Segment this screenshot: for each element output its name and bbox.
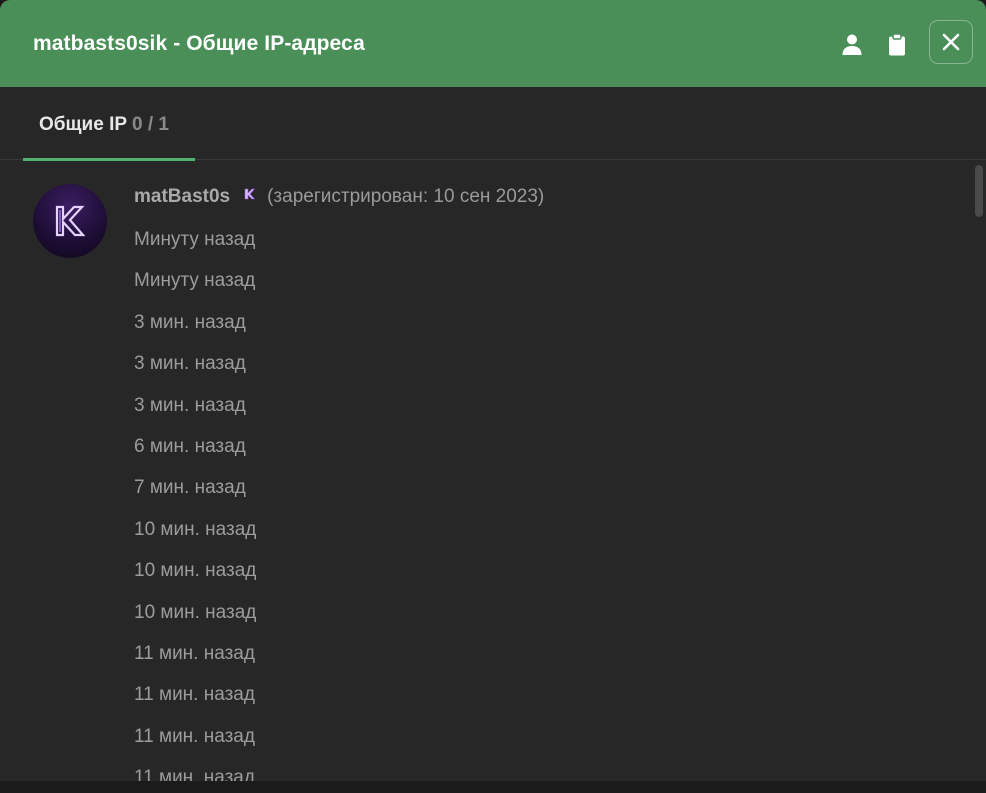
tab-title: Общие IP (39, 114, 127, 135)
avatar[interactable] (33, 184, 107, 258)
shared-ip-list: matBast0s (зарегистрирован: 10 сен 2023) … (0, 160, 986, 781)
close-icon (942, 33, 960, 51)
username-link[interactable]: matBast0s (134, 186, 230, 207)
close-button[interactable] (929, 20, 973, 64)
shared-ip-dialog: matbasts0sik - Общие IP-адреса Общие IP … (0, 0, 986, 781)
list-item: 3 мин. назад (134, 311, 246, 333)
list-item: 11 мин. назад (134, 684, 255, 706)
list-item: Минуту назад (134, 270, 256, 292)
user-icon[interactable] (841, 33, 863, 57)
tab-label: Общие IP 0 / 1 (39, 114, 169, 136)
dialog-title: matbasts0sik - Общие IP-адреса (33, 32, 365, 55)
list-item: Минуту назад (134, 229, 256, 250)
clipboard-icon[interactable] (887, 33, 909, 57)
list-item: 7 мин. назад (134, 477, 246, 499)
list-item: 10 мин. назад (134, 601, 257, 623)
scrollbar-thumb[interactable] (975, 165, 983, 217)
list-item: 11 мин. назад (134, 767, 255, 781)
list-item: 10 мин. назад (134, 518, 257, 540)
user-info: matBast0s (зарегистрирован: 10 сен 2023) (134, 186, 544, 208)
avatar-logo-icon (55, 205, 86, 237)
dialog-header: matbasts0sik - Общие IP-адреса (0, 0, 986, 87)
list-item: 11 мин. назад (134, 725, 255, 747)
list-item: 6 мин. назад (134, 435, 246, 457)
tab-bar: Общие IP 0 / 1 (0, 87, 986, 161)
tab-shared-ip[interactable]: Общие IP 0 / 1 (23, 87, 195, 161)
registration-date: (зарегистрирован: 10 сен 2023) (267, 186, 545, 208)
tab-count: 0 / 1 (131, 114, 169, 135)
ip-entry-list: Минуту назад Минуту назад 3 мин. назад 3 ми… (134, 228, 256, 781)
list-item: 10 мин. назад (134, 560, 257, 582)
user-badge-icon (244, 184, 256, 206)
list-item: 3 мин. назад (134, 353, 246, 375)
list-item: 11 мин. назад (134, 642, 255, 664)
list-item: 3 мин. назад (134, 394, 246, 416)
